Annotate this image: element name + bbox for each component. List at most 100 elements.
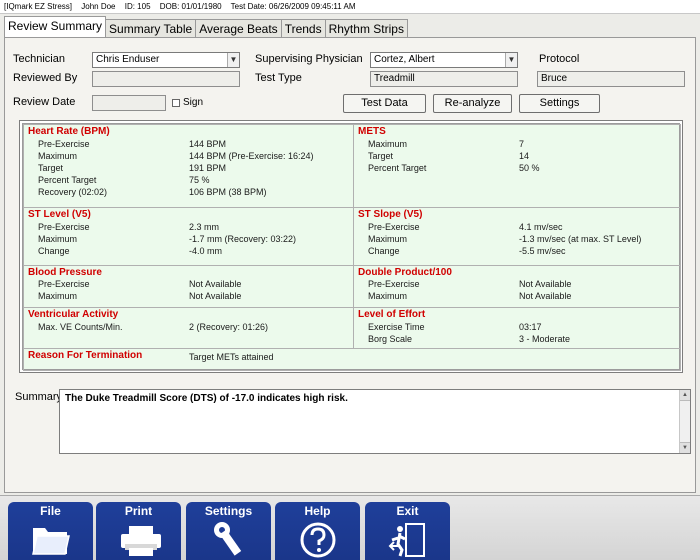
supervising-physician-label: Supervising Physician xyxy=(255,53,363,65)
protocol-label: Protocol xyxy=(539,53,580,65)
ventricular-row-value: 2 (Recovery: 01:26) xyxy=(189,322,269,332)
test-type-label: Test Type xyxy=(255,72,302,84)
mets-title: METS xyxy=(358,126,386,137)
heart-rate-row-value: 106 BPM (38 BPM) xyxy=(189,187,267,197)
heart-rate-row-value: 144 BPM xyxy=(189,139,227,149)
test-data-button[interactable]: Test Data xyxy=(343,94,426,113)
help-button-label: Help xyxy=(304,504,331,518)
supervising-physician-select[interactable]: Cortez, Albert ▼ xyxy=(370,52,518,68)
double-product-row-value: Not Available xyxy=(519,291,572,301)
settings-toolbar-button-label: Settings xyxy=(204,504,253,518)
protocol-field: Bruce xyxy=(537,71,685,87)
tab-average-beats[interactable]: Average Beats xyxy=(195,19,282,37)
ventricular-row-label: Max. VE Counts/Min. xyxy=(38,322,123,332)
summary-textarea[interactable]: The Duke Treadmill Score (DTS) of -17.0 … xyxy=(59,389,691,454)
st-level-row-value: -4.0 mm xyxy=(189,246,223,256)
st-slope-section: ST Slope (V5) Pre-Exercise 4.1 mv/sec Ma… xyxy=(353,207,681,266)
st-level-title: ST Level (V5) xyxy=(28,209,91,220)
exit-button-label: Exit xyxy=(396,504,419,518)
reanalyze-button[interactable]: Re-analyze xyxy=(433,94,512,113)
test-date: Test Date: 06/26/2009 09:45:11 AM xyxy=(230,2,356,11)
print-button[interactable]: Print xyxy=(96,502,181,560)
printer-icon xyxy=(121,526,161,556)
mets-row-label: Maximum xyxy=(368,139,408,149)
reviewed-by-label: Reviewed By xyxy=(13,72,78,84)
sign-label: Sign xyxy=(183,97,204,108)
technician-select[interactable]: Chris Enduser ▼ xyxy=(92,52,240,68)
st-level-row-label: Maximum xyxy=(38,234,78,244)
ventricular-activity-section: Ventricular Activity Max. VE Counts/Min.… xyxy=(23,307,354,349)
effort-row-value: 03:17 xyxy=(519,322,542,332)
summary-label: Summary: xyxy=(15,391,66,403)
help-button[interactable]: Help xyxy=(275,502,360,560)
tab-trends[interactable]: Trends xyxy=(280,19,326,37)
heart-rate-title: Heart Rate (BPM) xyxy=(28,126,110,137)
st-slope-row-value: -1.3 mv/sec (at max. ST Level) xyxy=(519,234,642,244)
print-button-label: Print xyxy=(124,504,153,518)
window-title-bar: [IQmark EZ Stress] John Doe ID: 105 DOB:… xyxy=(0,0,700,14)
file-button-label: File xyxy=(40,504,61,518)
review-date-field[interactable] xyxy=(92,95,166,111)
heart-rate-section: Heart Rate (BPM) Pre-Exercise 144 BPM Ma… xyxy=(23,124,354,208)
double-product-row-label: Maximum xyxy=(368,291,408,301)
review-date-label: Review Date xyxy=(13,96,76,108)
mets-row-value: 7 xyxy=(519,139,525,149)
summary-text: The Duke Treadmill Score (DTS) of -17.0 … xyxy=(65,393,348,404)
chevron-down-icon[interactable]: ▼ xyxy=(227,53,239,67)
wrench-icon xyxy=(214,522,242,556)
blood-pressure-row-label: Maximum xyxy=(38,291,78,301)
effort-row-label: Exercise Time xyxy=(368,322,425,332)
app-name: [IQmark EZ Stress] xyxy=(4,2,73,11)
scroll-down-icon[interactable]: ▼ xyxy=(680,442,690,453)
heart-rate-row-label: Maximum xyxy=(38,151,78,161)
st-slope-row-label: Pre-Exercise xyxy=(368,222,420,232)
tab-rhythm-strips[interactable]: Rhythm Strips xyxy=(324,19,408,37)
double-product-row-label: Pre-Exercise xyxy=(368,279,420,289)
mets-row-label: Target xyxy=(368,151,394,161)
blood-pressure-row-label: Pre-Exercise xyxy=(38,279,90,289)
review-summary-panel: Technician Chris Enduser ▼ Supervising P… xyxy=(4,37,696,493)
supervising-physician-value: Cortez, Albert xyxy=(374,54,435,65)
patient-id: ID: 105 xyxy=(124,2,151,11)
st-slope-row-label: Change xyxy=(368,246,400,256)
test-type-field: Treadmill xyxy=(370,71,518,87)
folder-icon xyxy=(32,528,70,555)
heart-rate-row-value: 144 BPM (Pre-Exercise: 16:24) xyxy=(189,151,314,161)
double-product-title: Double Product/100 xyxy=(358,267,452,278)
effort-row-value: 3 - Moderate xyxy=(519,334,571,344)
st-slope-row-value: -5.5 mv/sec xyxy=(519,246,566,256)
file-button[interactable]: File xyxy=(8,502,93,560)
double-product-section: Double Product/100 Pre-Exercise Not Avai… xyxy=(353,265,681,308)
double-product-row-value: Not Available xyxy=(519,279,572,289)
ventricular-activity-title: Ventricular Activity xyxy=(28,309,119,320)
technician-label: Technician xyxy=(13,53,65,65)
effort-row-label: Borg Scale xyxy=(368,334,413,344)
chevron-down-icon[interactable]: ▼ xyxy=(505,53,517,67)
sign-checkbox[interactable] xyxy=(172,99,180,107)
heart-rate-row-label: Percent Target xyxy=(38,175,97,185)
st-slope-row-label: Maximum xyxy=(368,234,408,244)
blood-pressure-row-value: Not Available xyxy=(189,279,242,289)
exit-button[interactable]: Exit xyxy=(365,502,450,560)
reviewed-by-field[interactable] xyxy=(92,71,240,87)
results-grid: Heart Rate (BPM) Pre-Exercise 144 BPM Ma… xyxy=(22,123,681,371)
mets-section: METS Maximum 7 Target 14 Percent Target … xyxy=(353,124,681,208)
summary-scrollbar[interactable]: ▲ ▼ xyxy=(679,390,690,453)
results-container: Heart Rate (BPM) Pre-Exercise 144 BPM Ma… xyxy=(19,120,683,373)
termination-title: Reason For Termination xyxy=(28,350,143,361)
termination-value: Target METs attained xyxy=(189,352,274,362)
settings-button[interactable]: Settings xyxy=(519,94,600,113)
termination-section: Reason For Termination Target METs attai… xyxy=(23,348,681,371)
patient-dob: DOB: 01/01/1980 xyxy=(159,2,222,11)
settings-toolbar-button[interactable]: Settings xyxy=(186,502,271,560)
mets-row-label: Percent Target xyxy=(368,163,427,173)
level-of-effort-title: Level of Effort xyxy=(358,309,426,320)
exit-door-icon xyxy=(388,523,425,557)
question-mark-icon xyxy=(300,522,336,558)
blood-pressure-title: Blood Pressure xyxy=(28,267,102,278)
tab-review-summary[interactable]: Review Summary xyxy=(4,16,107,37)
heart-rate-row-label: Target xyxy=(38,163,64,173)
heart-rate-row-value: 75 % xyxy=(189,175,210,185)
scroll-up-icon[interactable]: ▲ xyxy=(680,390,690,401)
tab-summary-table[interactable]: Summary Table xyxy=(105,19,197,37)
